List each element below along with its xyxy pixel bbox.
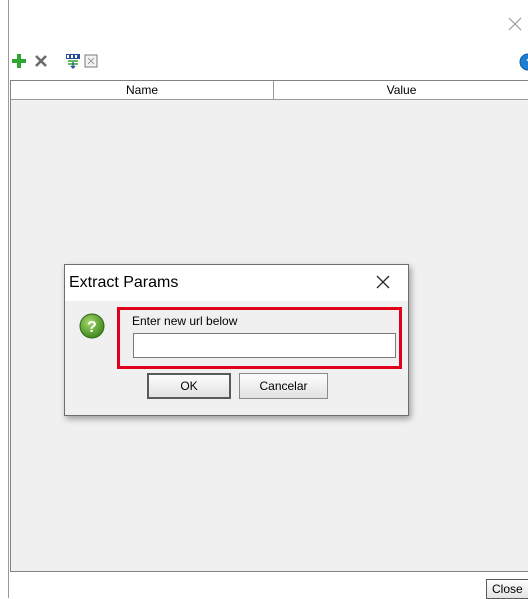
add-icon — [12, 54, 26, 68]
url-input[interactable] — [133, 333, 396, 358]
window-left-border — [8, 0, 9, 598]
extract-url-button[interactable] — [64, 52, 82, 70]
dialog-titlebar: Extract Params — [65, 265, 408, 301]
clear-button[interactable] — [82, 52, 100, 70]
remove-icon — [35, 55, 47, 67]
close-button[interactable]: Close — [486, 579, 528, 599]
question-icon: ? — [79, 313, 105, 339]
ok-button[interactable]: OK — [147, 373, 231, 399]
window-close-button[interactable] — [507, 16, 523, 32]
help-icon: ? — [519, 53, 528, 71]
add-button[interactable] — [10, 52, 28, 70]
help-button[interactable]: ? — [516, 53, 528, 71]
clear-icon — [84, 54, 98, 68]
dialog-title: Extract Params — [69, 274, 179, 291]
remove-button[interactable] — [32, 52, 50, 70]
prompt-label: Enter new url below — [132, 314, 238, 328]
close-icon — [508, 17, 522, 31]
url-extract-icon — [66, 54, 80, 69]
extract-params-dialog: Extract Params ? Enter new url below OK … — [64, 264, 409, 416]
column-header-name[interactable]: Name — [11, 81, 274, 99]
svg-text:?: ? — [87, 319, 97, 336]
cancel-button[interactable]: Cancelar — [239, 373, 328, 399]
column-header-value[interactable]: Value — [274, 81, 528, 99]
table-header: Name Value — [11, 81, 528, 100]
close-icon — [376, 275, 390, 289]
toolbar: ? — [10, 50, 528, 72]
dialog-close-button[interactable] — [374, 273, 392, 291]
